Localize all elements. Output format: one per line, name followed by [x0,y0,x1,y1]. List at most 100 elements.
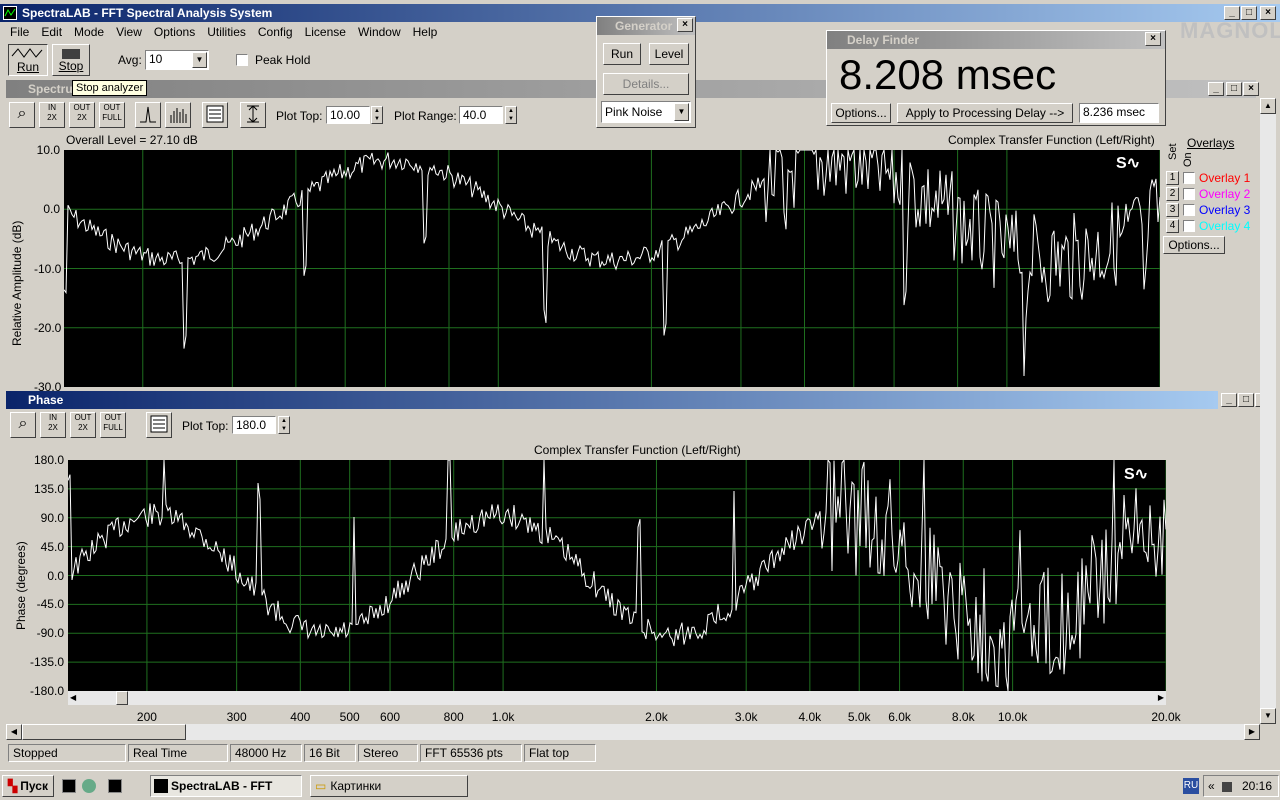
chevron-down-icon[interactable]: ▼ [674,103,689,121]
generator-details-button: Details... [603,73,689,95]
overlay-set-button[interactable]: 2 [1166,187,1179,201]
menu-edit[interactable]: Edit [35,25,68,39]
vertical-scale-icon[interactable] [240,102,266,128]
quicklaunch-icon[interactable] [82,779,96,793]
overlay-set-button[interactable]: 3 [1166,203,1179,217]
menu-bar: File Edit Mode View Options Utilities Config Li… [4,22,443,42]
menu-config[interactable]: Config [252,25,299,39]
overlay-checkbox[interactable] [1183,188,1195,200]
overlay-checkbox[interactable] [1183,204,1195,216]
scroll-right-icon[interactable]: ▶ [1158,693,1164,702]
phase-scroll-thumb[interactable] [116,691,128,705]
scroll-left-icon[interactable]: ◀ [6,724,22,740]
overlay-set-button[interactable]: 4 [1166,219,1179,233]
generator-signal-select[interactable]: Pink Noise ▼ [601,101,691,123]
spectrum-maximize-button[interactable]: □ [1226,82,1242,96]
run-button[interactable]: Run [8,44,48,76]
phase-plot-top-spinner[interactable]: ▲ ▼ [278,416,290,434]
quicklaunch-spectralab-icon[interactable] [62,779,76,793]
main-hscroll-thumb[interactable] [22,724,186,740]
applied-delay-field[interactable]: 8.236 msec [1079,103,1159,123]
phase-signal-icon: S∿ [1124,466,1149,483]
phase-xtick: 20.0k [1151,710,1181,724]
generator-level-button[interactable]: Level [649,43,689,65]
main-hscrollbar[interactable]: ◀ ▶ [6,724,1260,740]
phase-ytick: 90.0 [40,510,64,525]
overlay-checkbox[interactable] [1183,172,1195,184]
plot-range-spinner[interactable]: ▲ ▼ [505,106,517,124]
phase-zoom-out-full-icon[interactable]: OUT FULL [100,412,126,438]
phase-zoom-icon[interactable]: ⌕ [10,412,36,438]
menu-help[interactable]: Help [407,25,444,39]
peak-hold-checkbox[interactable] [236,54,248,66]
language-indicator[interactable]: RU [1183,778,1199,794]
menu-mode[interactable]: Mode [68,25,110,39]
plot-range-input[interactable]: 40.0 [459,106,503,124]
scroll-up-icon[interactable]: ▲ [1260,98,1276,114]
phase-xtick: 10.0k [997,710,1028,724]
generator-close-button[interactable]: × [677,18,693,32]
set-label: Set [1167,143,1179,160]
phase-hscrollbar[interactable]: ◀ ▶ [68,691,1166,705]
menu-options[interactable]: Options [148,25,201,39]
overlay-set-button[interactable]: 1 [1166,171,1179,185]
delay-options-label: Options... [835,106,887,120]
table-icon[interactable] [202,102,228,128]
bar-plot-icon[interactable] [165,102,191,128]
spectrum-minimize-button[interactable]: _ [1208,82,1224,96]
scroll-right-icon[interactable]: ▶ [1244,724,1260,740]
phase-table-icon[interactable] [146,412,172,438]
phase-plot-top-input[interactable]: 180.0 [232,416,276,434]
delay-finder-close-button[interactable]: × [1145,32,1161,46]
scroll-left-icon[interactable]: ◀ [70,693,76,702]
zoom-in-2x-icon[interactable]: IN 2X [39,102,65,128]
phase-maximize-button[interactable]: □ [1238,393,1254,407]
phase-zoom-in-2x-icon[interactable]: IN 2X [40,412,66,438]
overlays-options-button[interactable]: Options... [1163,236,1225,254]
apply-delay-button[interactable]: Apply to Processing Delay --> [897,103,1073,123]
phase-xtick: 5.0k [847,710,871,724]
menu-file[interactable]: File [4,25,35,39]
task-pictures[interactable]: ▭ Картинки [310,775,468,797]
avg-select[interactable]: 10 ▼ [145,50,209,70]
main-vscrollbar[interactable]: ▲ ▼ [1260,98,1276,724]
status-cell: Flat top [524,744,596,762]
spectrum-plot-top-input[interactable]: 10.00 [326,106,370,124]
phase-plot-top-value: 180.0 [236,418,267,432]
speaker-icon[interactable] [1222,781,1233,792]
stop-button[interactable]: Stop [52,44,90,76]
on-label: On [1182,152,1194,167]
start-button[interactable]: ▚ Пуск [2,775,54,797]
zoom-out-2x-icon[interactable]: OUT 2X [69,102,95,128]
task-spectralab[interactable]: SpectraLAB - FFT Spe... [150,775,302,800]
menu-window[interactable]: Window [352,25,407,39]
phase-ytick: -45.0 [36,597,64,612]
delay-options-button[interactable]: Options... [831,103,891,123]
phase-plot[interactable] [68,460,1166,691]
menu-utilities[interactable]: Utilities [201,25,252,39]
spectrum-plot-top-spinner[interactable]: ▲ ▼ [371,106,383,124]
zoom-icon[interactable]: ⌕ [9,102,35,128]
line-plot-icon[interactable] [135,102,161,128]
chevron-down-icon[interactable]: ▼ [192,52,207,68]
app-title: SpectraLAB - FFT Spectral Analysis Syste… [22,6,273,20]
stop-label: Stop [58,59,84,73]
overlay-checkbox[interactable] [1183,220,1195,232]
menu-view[interactable]: View [110,25,148,39]
applied-delay-value: 8.236 msec [1083,105,1146,119]
spectrum-close-button[interactable]: × [1243,82,1259,96]
scroll-down-icon[interactable]: ▼ [1260,708,1276,724]
generator-run-button[interactable]: Run [603,43,641,65]
chevron-left-icon[interactable]: « [1208,779,1215,793]
phase-xtick: 3.0k [734,710,758,724]
phase-minimize-button[interactable]: _ [1221,393,1237,407]
menu-license[interactable]: License [299,25,352,39]
phase-zoom-out-2x-icon[interactable]: OUT 2X [70,412,96,438]
spectrum-plot[interactable] [64,150,1160,387]
phase-ytick: -135.0 [29,655,64,670]
status-cell: 48000 Hz [230,744,302,762]
zoom-out-full-icon[interactable]: OUT FULL [99,102,125,128]
plot-range-value: 40.0 [463,108,487,122]
generator-level-label: Level [654,47,684,61]
quicklaunch-spectralab-icon-2[interactable] [108,779,122,793]
